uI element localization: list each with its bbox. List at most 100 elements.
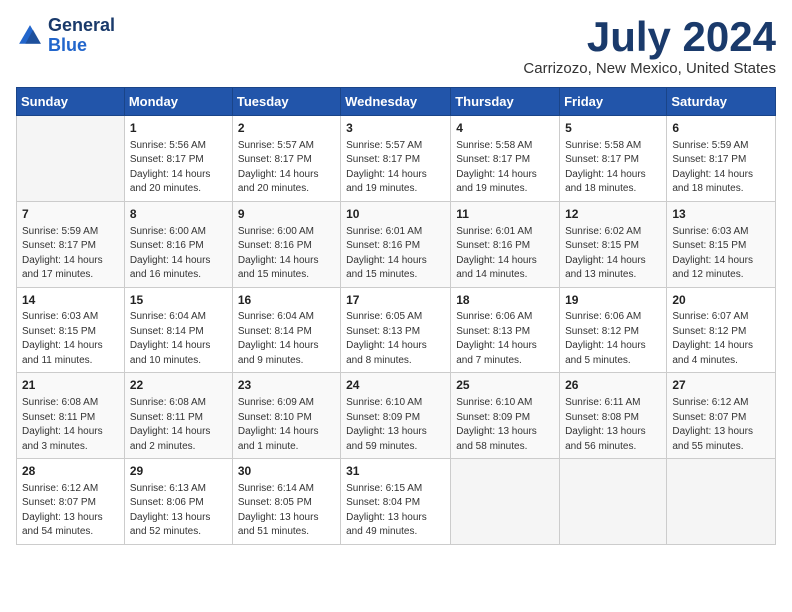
weekday-header-row: SundayMondayTuesdayWednesdayThursdayFrid… [17, 88, 776, 116]
day-number: 6 [672, 120, 770, 137]
day-info: Sunrise: 5:56 AM Sunset: 8:17 PM Dayligh… [130, 139, 227, 197]
week-row-3: 14Sunrise: 6:03 AM Sunset: 8:15 PM Dayli… [17, 287, 776, 373]
week-row-5: 28 Sunrise: 6:12 AM Sunset: 8:07 PM Dayli… [17, 459, 776, 545]
calendar-cell: 17Sunrise: 6:05 AM Sunset: 8:13 PM Dayli… [341, 287, 451, 373]
day-info: Sunrise: 5:58 AM Sunset: 8:17 PM Dayligh… [565, 139, 661, 197]
day-number: 19 [565, 292, 661, 309]
day-info: Sunrise: 6:07 AM Sunset: 8:12 PM Dayligh… [672, 310, 770, 368]
logo-text-general: General [48, 16, 115, 36]
day-info: Sunrise: 6:04 AM Sunset: 8:14 PM Dayligh… [238, 310, 335, 368]
calendar-cell: 15Sunrise: 6:04 AM Sunset: 8:14 PM Dayli… [124, 287, 232, 373]
day-number: 11 [456, 206, 554, 223]
week-row-2: 7 Sunrise: 5:59 AM Sunset: 8:17 PM Daylig… [17, 201, 776, 287]
day-info: Sunrise: 6:06 AM Sunset: 8:13 PM Dayligh… [456, 310, 554, 368]
day-info: Sunrise: 6:03 AM Sunset: 8:15 PM Dayligh… [22, 310, 119, 368]
logo-icon [16, 22, 44, 50]
calendar-cell: 14Sunrise: 6:03 AM Sunset: 8:15 PM Dayli… [17, 287, 125, 373]
calendar-cell: 22Sunrise: 6:08 AM Sunset: 8:11 PM Dayli… [124, 373, 232, 459]
day-info: Sunrise: 6:10 AM Sunset: 8:09 PM Dayligh… [346, 396, 445, 454]
calendar-cell: 21 Sunrise: 6:08 AM Sunset: 8:11 PM Dayli… [17, 373, 125, 459]
day-number: 13 [672, 206, 770, 223]
day-number: 29 [130, 463, 227, 480]
week-row-4: 21 Sunrise: 6:08 AM Sunset: 8:11 PM Dayli… [17, 373, 776, 459]
day-info: Sunrise: 5:57 AM Sunset: 8:17 PM Dayligh… [346, 139, 445, 197]
logo: General Blue [16, 16, 115, 56]
calendar-cell: 20Sunrise: 6:07 AM Sunset: 8:12 PM Dayli… [667, 287, 776, 373]
calendar-cell [17, 116, 125, 202]
calendar-cell: 3 Sunrise: 5:57 AM Sunset: 8:17 PM Daylig… [341, 116, 451, 202]
day-info: Sunrise: 6:12 AM Sunset: 8:07 PM Dayligh… [672, 396, 770, 454]
page-header: General Blue July 2024 Carrizozo, New Me… [16, 16, 776, 77]
calendar-cell: 2Sunrise: 5:57 AM Sunset: 8:17 PM Daylig… [232, 116, 340, 202]
month-title: July 2024 [523, 16, 776, 58]
day-number: 8 [130, 206, 227, 223]
day-number: 15 [130, 292, 227, 309]
calendar-cell: 6Sunrise: 5:59 AM Sunset: 8:17 PM Daylig… [667, 116, 776, 202]
day-info: Sunrise: 6:11 AM Sunset: 8:08 PM Dayligh… [565, 396, 661, 454]
calendar-cell: 12Sunrise: 6:02 AM Sunset: 8:15 PM Dayli… [560, 201, 667, 287]
weekday-thursday: Thursday [451, 88, 560, 116]
calendar-cell: 8 Sunrise: 6:00 AM Sunset: 8:16 PM Daylig… [124, 201, 232, 287]
day-number: 23 [238, 377, 335, 394]
calendar-table: SundayMondayTuesdayWednesdayThursdayFrid… [16, 87, 776, 545]
day-number: 27 [672, 377, 770, 394]
calendar-cell: 11 Sunrise: 6:01 AM Sunset: 8:16 PM Dayli… [451, 201, 560, 287]
day-info: Sunrise: 6:08 AM Sunset: 8:11 PM Dayligh… [22, 396, 119, 454]
day-number: 14 [22, 292, 119, 309]
title-section: July 2024 Carrizozo, New Mexico, United … [523, 16, 776, 77]
day-number: 21 [22, 377, 119, 394]
calendar-cell: 5 Sunrise: 5:58 AM Sunset: 8:17 PM Daylig… [560, 116, 667, 202]
weekday-sunday: Sunday [17, 88, 125, 116]
calendar-cell [560, 459, 667, 545]
calendar-cell: 19Sunrise: 6:06 AM Sunset: 8:12 PM Dayli… [560, 287, 667, 373]
day-number: 30 [238, 463, 335, 480]
day-info: Sunrise: 6:00 AM Sunset: 8:16 PM Dayligh… [130, 225, 227, 283]
day-number: 20 [672, 292, 770, 309]
calendar-body: 1Sunrise: 5:56 AM Sunset: 8:17 PM Daylig… [17, 116, 776, 545]
day-info: Sunrise: 6:10 AM Sunset: 8:09 PM Dayligh… [456, 396, 554, 454]
weekday-saturday: Saturday [667, 88, 776, 116]
day-info: Sunrise: 6:08 AM Sunset: 8:11 PM Dayligh… [130, 396, 227, 454]
day-number: 9 [238, 206, 335, 223]
weekday-wednesday: Wednesday [341, 88, 451, 116]
day-number: 18 [456, 292, 554, 309]
day-info: Sunrise: 6:09 AM Sunset: 8:10 PM Dayligh… [238, 396, 335, 454]
day-info: Sunrise: 6:02 AM Sunset: 8:15 PM Dayligh… [565, 225, 661, 283]
calendar-cell: 27 Sunrise: 6:12 AM Sunset: 8:07 PM Dayli… [667, 373, 776, 459]
day-number: 7 [22, 206, 119, 223]
day-info: Sunrise: 6:01 AM Sunset: 8:16 PM Dayligh… [456, 225, 554, 283]
day-info: Sunrise: 6:05 AM Sunset: 8:13 PM Dayligh… [346, 310, 445, 368]
day-info: Sunrise: 5:59 AM Sunset: 8:17 PM Dayligh… [22, 225, 119, 283]
day-number: 25 [456, 377, 554, 394]
day-number: 10 [346, 206, 445, 223]
calendar-cell: 10 Sunrise: 6:01 AM Sunset: 8:16 PM Dayli… [341, 201, 451, 287]
day-info: Sunrise: 6:00 AM Sunset: 8:16 PM Dayligh… [238, 225, 335, 283]
day-number: 16 [238, 292, 335, 309]
day-info: Sunrise: 6:03 AM Sunset: 8:15 PM Dayligh… [672, 225, 770, 283]
day-number: 3 [346, 120, 445, 137]
calendar-cell: 16Sunrise: 6:04 AM Sunset: 8:14 PM Dayli… [232, 287, 340, 373]
day-info: Sunrise: 6:12 AM Sunset: 8:07 PM Dayligh… [22, 482, 119, 540]
calendar-cell [667, 459, 776, 545]
day-number: 26 [565, 377, 661, 394]
weekday-monday: Monday [124, 88, 232, 116]
day-number: 24 [346, 377, 445, 394]
day-info: Sunrise: 6:06 AM Sunset: 8:12 PM Dayligh… [565, 310, 661, 368]
weekday-friday: Friday [560, 88, 667, 116]
day-number: 5 [565, 120, 661, 137]
day-number: 17 [346, 292, 445, 309]
day-info: Sunrise: 6:13 AM Sunset: 8:06 PM Dayligh… [130, 482, 227, 540]
calendar-cell: 25 Sunrise: 6:10 AM Sunset: 8:09 PM Dayli… [451, 373, 560, 459]
day-info: Sunrise: 6:14 AM Sunset: 8:05 PM Dayligh… [238, 482, 335, 540]
day-number: 28 [22, 463, 119, 480]
calendar-cell: 18Sunrise: 6:06 AM Sunset: 8:13 PM Dayli… [451, 287, 560, 373]
calendar-cell: 23 Sunrise: 6:09 AM Sunset: 8:10 PM Dayli… [232, 373, 340, 459]
weekday-tuesday: Tuesday [232, 88, 340, 116]
calendar-cell: 24 Sunrise: 6:10 AM Sunset: 8:09 PM Dayli… [341, 373, 451, 459]
calendar-cell: 26 Sunrise: 6:11 AM Sunset: 8:08 PM Dayli… [560, 373, 667, 459]
day-number: 31 [346, 463, 445, 480]
day-info: Sunrise: 5:57 AM Sunset: 8:17 PM Dayligh… [238, 139, 335, 197]
day-number: 4 [456, 120, 554, 137]
location-title: Carrizozo, New Mexico, United States [523, 60, 776, 77]
day-info: Sunrise: 6:01 AM Sunset: 8:16 PM Dayligh… [346, 225, 445, 283]
